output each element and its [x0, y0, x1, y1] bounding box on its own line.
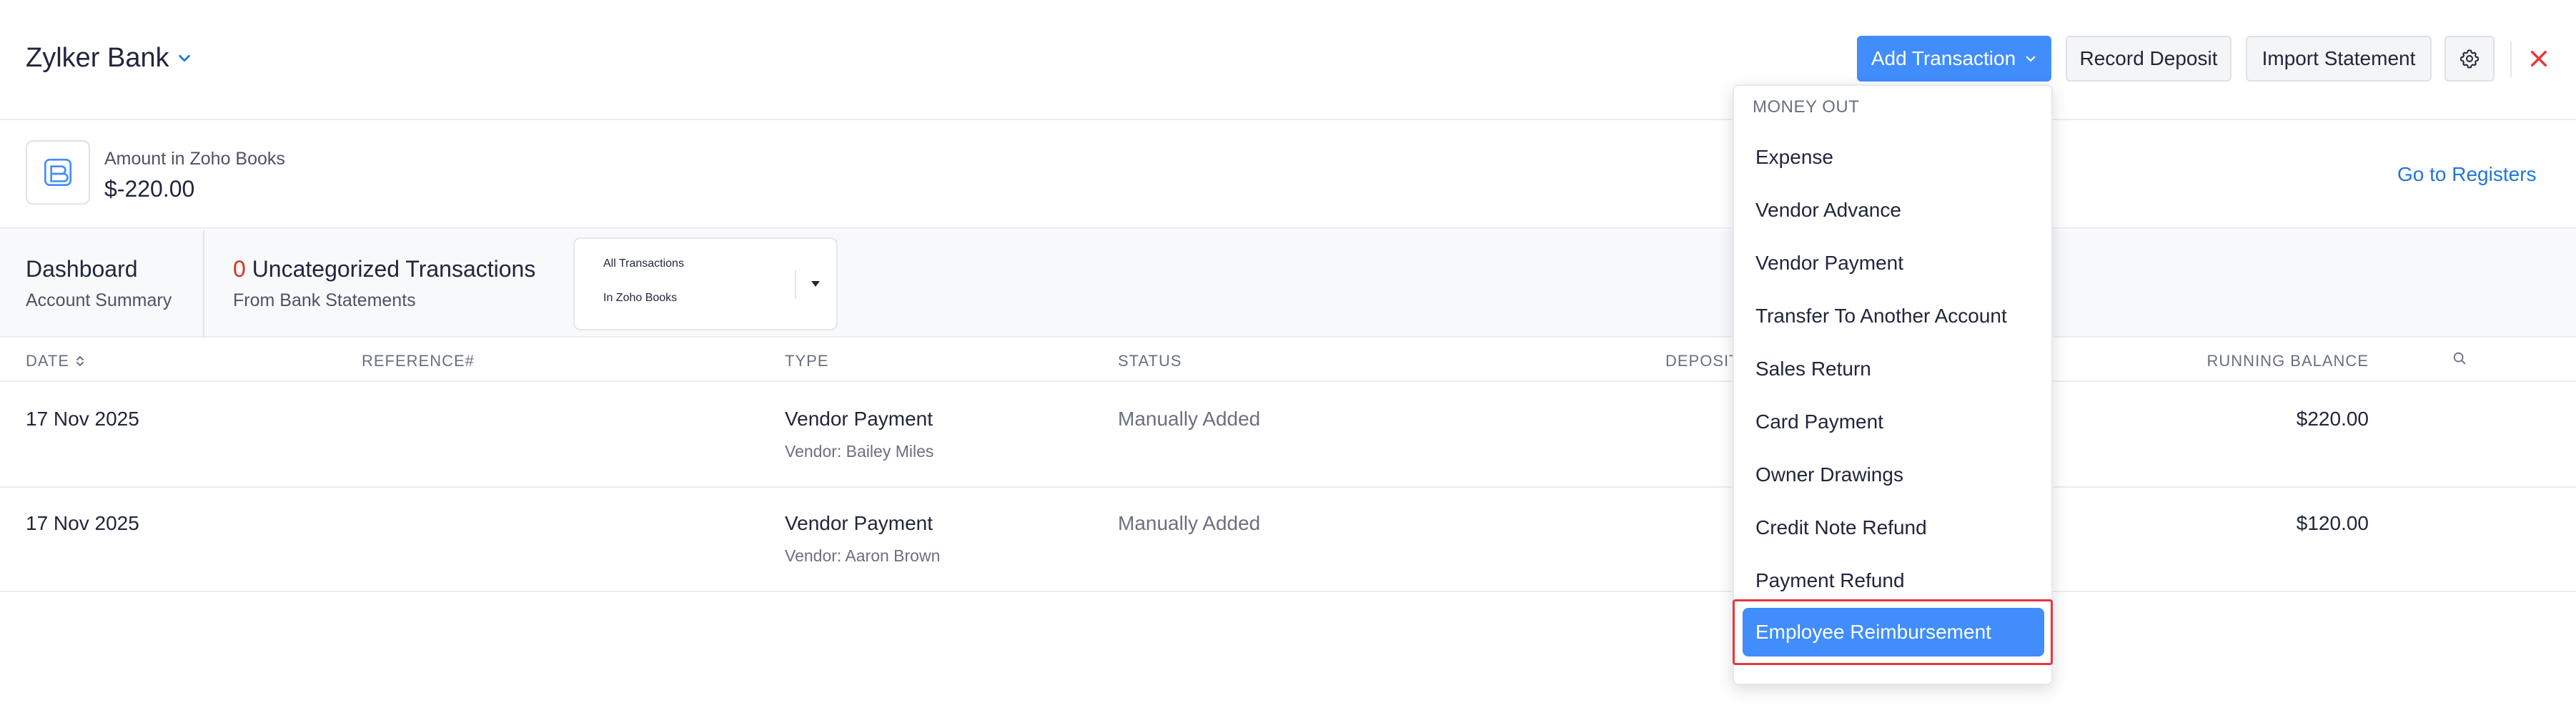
header-divider — [2510, 41, 2512, 77]
amount-value: $-220.00 — [104, 176, 195, 202]
table-row[interactable]: 17 Nov 2025 Vendor Payment Vendor: Baile… — [0, 383, 2576, 488]
chevron-down-icon — [2024, 52, 2037, 65]
menu-item-expense[interactable]: Expense — [1743, 133, 2044, 182]
add-transaction-button[interactable]: Add Transaction — [1857, 36, 2051, 82]
row-type: Vendor Payment — [785, 408, 933, 430]
tab-dashboard[interactable]: Dashboard Account Summary — [26, 230, 197, 338]
search-icon — [2452, 350, 2467, 366]
column-date[interactable]: DATE — [26, 352, 85, 370]
row-date: 17 Nov 2025 — [26, 408, 139, 430]
menu-section-money-out: MONEY OUT — [1753, 97, 1860, 117]
row-status: Manually Added — [1118, 408, 1261, 430]
column-reference: REFERENCE# — [362, 352, 475, 370]
caret-down-icon[interactable] — [805, 272, 826, 296]
go-to-registers-link[interactable]: Go to Registers — [2397, 163, 2537, 186]
chevron-down-icon — [177, 49, 194, 67]
import-statement-button[interactable]: Import Statement — [2246, 36, 2432, 82]
tab-uncategorized-title: 0 Uncategorized Transactions — [233, 256, 535, 282]
tab-all-label: All Transactions — [603, 257, 684, 270]
page-header: Zylker Bank Add Transaction Record Depos… — [0, 0, 2576, 120]
tab-uncategorized-label: Uncategorized Transactions — [252, 256, 536, 282]
tab-uncategorized-sub: From Bank Statements — [233, 290, 416, 310]
menu-item-vendor-payment[interactable]: Vendor Payment — [1743, 239, 2044, 287]
row-vendor: Vendor: Bailey Miles — [785, 442, 934, 461]
column-type: TYPE — [785, 352, 829, 370]
column-status: STATUS — [1118, 352, 1182, 370]
menu-item-card-payment[interactable]: Card Payment — [1743, 398, 2044, 446]
column-running-balance: RUNNING BALANCE — [2206, 352, 2369, 370]
table-row[interactable]: 17 Nov 2025 Vendor Payment Vendor: Aaron… — [0, 488, 2576, 592]
uncategorized-count: 0 — [233, 256, 246, 282]
row-balance: $120.00 — [2296, 512, 2369, 534]
menu-item-vendor-advance[interactable]: Vendor Advance — [1743, 186, 2044, 235]
column-date-label: DATE — [26, 352, 70, 370]
zoho-books-icon — [26, 140, 90, 205]
tab-dashboard-sub: Account Summary — [26, 290, 172, 310]
row-type: Vendor Payment — [785, 512, 933, 534]
menu-item-credit-note-refund[interactable]: Credit Note Refund — [1743, 503, 2044, 552]
tab-divider — [795, 270, 796, 299]
table-search-button[interactable] — [2452, 350, 2467, 366]
tab-all-sub: In Zoho Books — [603, 292, 678, 304]
row-balance: $220.00 — [2296, 408, 2369, 430]
bank-name: Zylker Bank — [26, 42, 169, 73]
tab-uncategorized[interactable]: 0 Uncategorized Transactions From Bank S… — [233, 230, 562, 338]
bank-account-selector[interactable]: Zylker Bank — [26, 40, 194, 76]
record-deposit-button[interactable]: Record Deposit — [2066, 36, 2231, 82]
add-transaction-menu: MONEY OUT Expense Vendor Advance Vendor … — [1733, 84, 2053, 685]
tab-divider — [203, 230, 204, 338]
table-header: DATE REFERENCE# TYPE STATUS DEPOSIT S RU… — [0, 339, 2576, 382]
close-button[interactable] — [2523, 43, 2555, 74]
gear-icon — [2458, 47, 2481, 70]
tab-dashboard-label: Dashboard — [26, 256, 138, 282]
transaction-tabs: Dashboard Account Summary 0 Uncategorize… — [0, 230, 2576, 338]
column-deposits: DEPOSIT — [1665, 352, 1740, 370]
add-transaction-label: Add Transaction — [1871, 47, 2016, 69]
row-status: Manually Added — [1118, 512, 1261, 534]
amount-summary: Amount in Zoho Books $-220.00 Go to Regi… — [0, 122, 2576, 229]
row-vendor: Vendor: Aaron Brown — [785, 546, 941, 565]
amount-label: Amount in Zoho Books — [104, 149, 285, 169]
menu-item-transfer[interactable]: Transfer To Another Account — [1743, 292, 2044, 340]
close-icon — [2527, 47, 2550, 70]
settings-button[interactable] — [2444, 36, 2495, 82]
menu-item-employee-reimbursement[interactable]: Employee Reimbursement — [1743, 608, 2044, 656]
menu-item-sales-return[interactable]: Sales Return — [1743, 345, 2044, 393]
menu-item-payment-refund[interactable]: Payment Refund — [1743, 556, 2044, 605]
sort-icon — [75, 354, 85, 368]
tab-all-transactions[interactable]: All Transactions In Zoho Books — [573, 237, 838, 330]
row-date: 17 Nov 2025 — [26, 512, 139, 534]
menu-item-owner-drawings[interactable]: Owner Drawings — [1743, 451, 2044, 499]
